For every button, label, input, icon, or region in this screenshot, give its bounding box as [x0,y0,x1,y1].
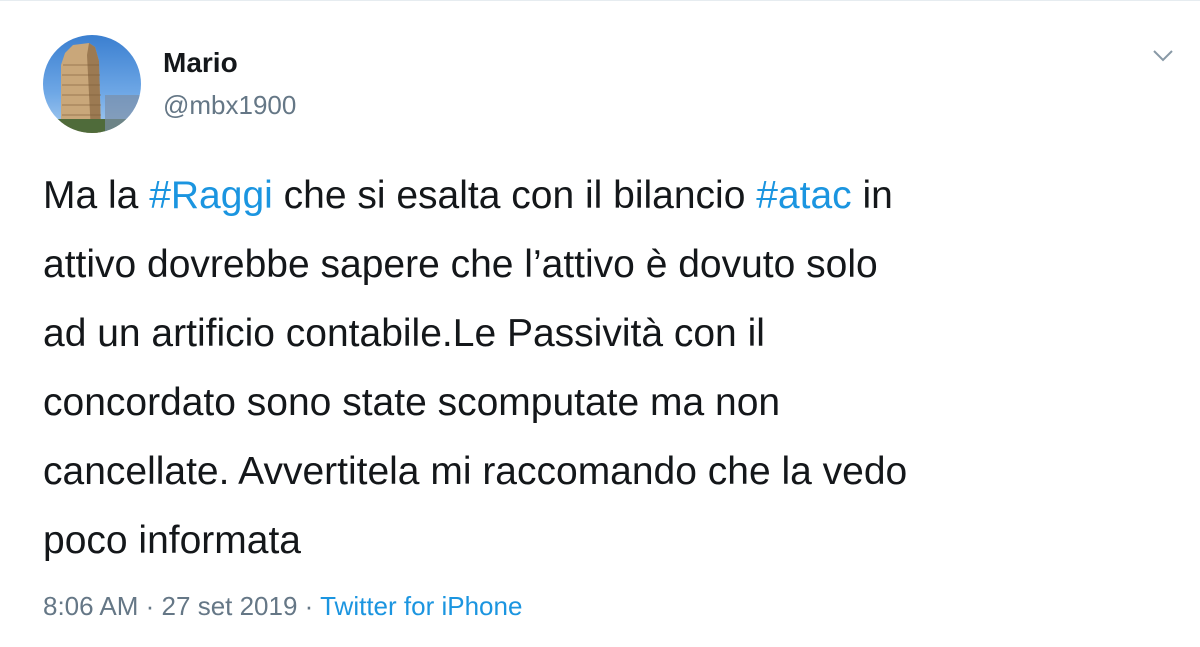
tweet-text-segment: concordato sono state scomputate ma non [43,381,781,424]
display-name[interactable]: Mario [163,46,238,80]
tweet-date[interactable]: 27 set 2019 [162,591,298,621]
tweet-source-link[interactable]: Twitter for iPhone [320,591,522,621]
tweet-text-segment: poco informata [43,519,301,562]
tweet-text-segment: che si esalta con il bilancio [272,174,757,217]
meta-separator: · [304,591,314,621]
tweet-text-line: attivo dovrebbe sapere che l’attivo è do… [43,230,1178,299]
tweet-text-line: poco informata [43,506,1178,575]
tweet-metadata: 8:06 AM · 27 set 2019 · Twitter for iPho… [43,589,522,623]
tweet-text: Ma la #Raggi che si esalta con il bilanc… [43,161,1178,575]
hashtag-link[interactable]: #Raggi [149,174,273,217]
tweet-text-line: cancellate. Avvertitela mi raccomando ch… [43,437,1178,506]
hashtag-link[interactable]: #atac [756,174,851,217]
chevron-down-icon[interactable] [1150,45,1176,65]
tweet-card: Mario @mbx1900 Ma la #Raggi che si esalt… [0,0,1200,647]
tweet-text-segment: ad un artificio contabile.Le Passività c… [43,312,765,355]
tweet-text-line: concordato sono state scomputate ma non [43,368,1178,437]
tweet-text-segment: in [851,174,893,217]
avatar-image [43,35,141,133]
tweet-time[interactable]: 8:06 AM [43,591,138,621]
tweet-text-segment: cancellate. Avvertitela mi raccomando ch… [43,450,908,493]
tweet-text-segment: Ma la [43,174,150,217]
meta-separator: · [145,591,155,621]
tweet-text-line: ad un artificio contabile.Le Passività c… [43,299,1178,368]
user-handle[interactable]: @mbx1900 [163,89,296,121]
tweet-text-segment: attivo dovrebbe sapere che l’attivo è do… [43,243,878,286]
tweet-text-line: Ma la #Raggi che si esalta con il bilanc… [43,161,1178,230]
avatar[interactable] [43,35,141,133]
